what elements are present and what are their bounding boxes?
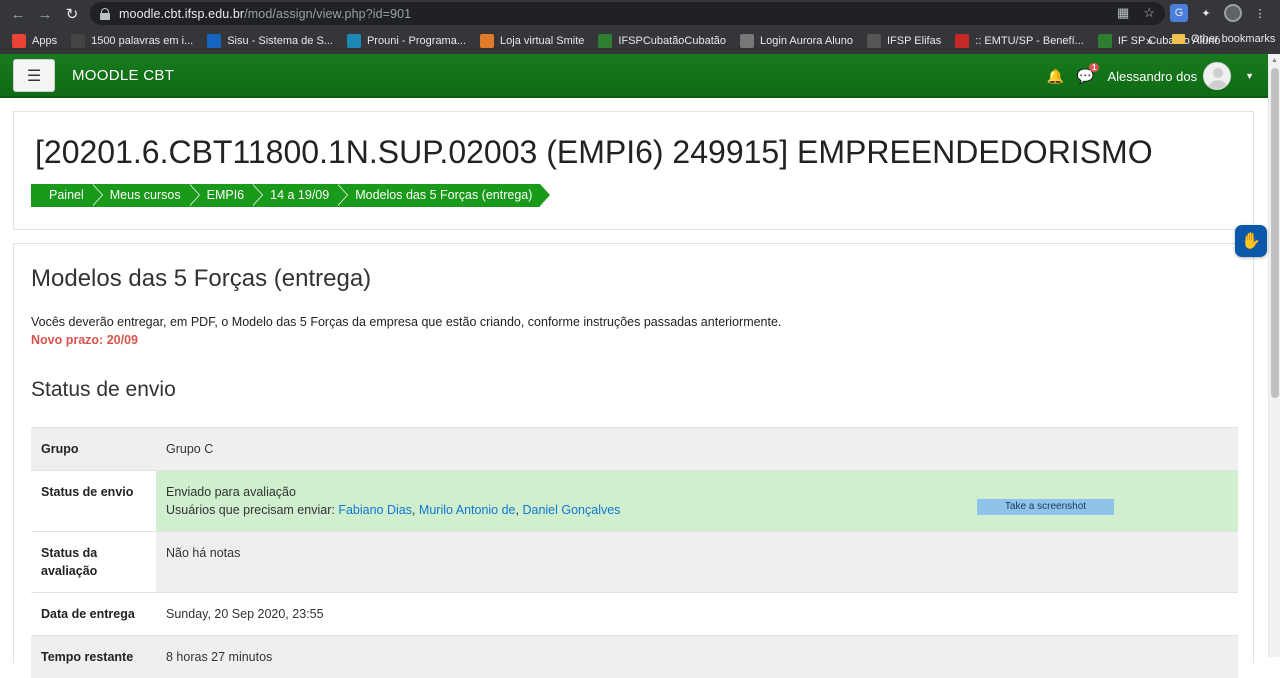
bookmark-favicon-icon bbox=[1097, 34, 1112, 48]
hamburger-menu-icon[interactable]: ☰ bbox=[13, 59, 55, 92]
bookmark-item[interactable]: Sisu - Sistema de S... bbox=[207, 34, 333, 48]
pending-user-link[interactable]: Daniel Gonçalves bbox=[522, 503, 620, 517]
submission-status-table: Grupo Grupo C Status de envio Enviado pa… bbox=[31, 427, 1238, 678]
page-header: [20201.6.CBT11800.1N.SUP.02003 (EMPI6) 2… bbox=[13, 111, 1254, 230]
breadcrumb-item-assignment[interactable]: Modelos das 5 Forças (entrega) bbox=[337, 184, 551, 207]
address-bar[interactable]: moodle.cbt.ifsp.edu.br/mod/assign/view.p… bbox=[90, 2, 1165, 25]
bookmark-item[interactable]: Loja virtual Smite bbox=[480, 34, 584, 48]
pending-user-link[interactable]: Murilo Antonio de bbox=[419, 503, 516, 517]
extensions-puzzle-icon[interactable]: ✦ bbox=[1197, 4, 1215, 22]
bookmark-item[interactable]: Login Aurora Aluno bbox=[740, 34, 853, 48]
lock-icon bbox=[100, 7, 110, 20]
breadcrumb: Painel Meus cursos EMPI6 14 a 19/09 Mode… bbox=[31, 184, 551, 207]
row-value: Sunday, 20 Sep 2020, 23:55 bbox=[156, 593, 1238, 635]
bookmark-item[interactable]: IFSP Elifas bbox=[867, 34, 941, 48]
table-row-due-date: Data de entrega Sunday, 20 Sep 2020, 23:… bbox=[31, 592, 1238, 635]
breadcrumb-item-section[interactable]: 14 a 19/09 bbox=[252, 184, 349, 207]
bookmark-item[interactable]: IFSPCubatãoCubatão bbox=[598, 34, 726, 48]
bookmark-favicon-icon bbox=[740, 34, 755, 48]
accessibility-widget-icon[interactable]: ✋ bbox=[1235, 225, 1267, 257]
bookmark-label: Loja virtual Smite bbox=[500, 35, 585, 47]
row-label: Grupo bbox=[31, 428, 156, 470]
row-label: Data de entrega bbox=[31, 593, 156, 635]
bookmark-star-icon[interactable]: ☆ bbox=[1143, 5, 1155, 21]
row-label: Tempo restante bbox=[31, 636, 156, 678]
assignment-content: Modelos das 5 Forças (entrega) Vocês dev… bbox=[13, 243, 1254, 678]
pending-user-link[interactable]: Fabiano Dias bbox=[338, 503, 412, 517]
bookmark-label: :: EMTU/SP - Benefí... bbox=[975, 35, 1084, 47]
translate-icon[interactable]: ▦ bbox=[1117, 5, 1129, 21]
bookmark-favicon-icon bbox=[12, 34, 26, 48]
row-label: Status da avaliação bbox=[31, 532, 156, 592]
scroll-up-arrow-icon[interactable]: ▲ bbox=[1271, 57, 1278, 64]
other-bookmarks-label: Other bookmarks bbox=[1191, 33, 1276, 45]
assignment-title: Modelos das 5 Forças (entrega) bbox=[31, 265, 372, 292]
bookmark-item[interactable]: Apps bbox=[12, 34, 57, 48]
bookmark-favicon-icon bbox=[71, 34, 86, 48]
browser-toolbar: ← → ↻ moodle.cbt.ifsp.edu.br/mod/assign/… bbox=[0, 0, 1280, 28]
other-bookmarks-folder[interactable]: Other bookmarks bbox=[1172, 33, 1275, 45]
moodle-navbar: ☰ MOODLE CBT 🔔 💬 1 Alessandro dos ▼ bbox=[0, 54, 1268, 98]
bookmark-label: Sisu - Sistema de S... bbox=[227, 35, 333, 47]
bookmarks-bar: Apps 1500 palavras em i... Sisu - Sistema … bbox=[0, 28, 1280, 54]
bookmark-item[interactable]: 1500 palavras em i... bbox=[71, 34, 193, 48]
chrome-menu-icon[interactable]: ⋮ bbox=[1251, 4, 1269, 22]
row-value: 8 horas 27 minutos bbox=[156, 636, 1238, 678]
bookmark-item[interactable]: :: EMTU/SP - Benefí... bbox=[955, 34, 1084, 48]
back-icon[interactable]: ← bbox=[6, 2, 30, 26]
table-row-grading-status: Status da avaliação Não há notas bbox=[31, 531, 1238, 592]
bookmark-label: Prouni - Programa... bbox=[366, 35, 467, 47]
user-menu-caret-icon[interactable]: ▼ bbox=[1245, 71, 1254, 81]
table-row-group: Grupo Grupo C bbox=[31, 427, 1238, 470]
breadcrumb-item-meus-cursos[interactable]: Meus cursos bbox=[91, 184, 200, 207]
bookmark-label: IFSP Elifas bbox=[887, 35, 942, 47]
message-count-badge: 1 bbox=[1089, 63, 1100, 72]
table-row-submission-status: Status de envio Enviado para avaliação U… bbox=[31, 470, 1238, 531]
forward-icon[interactable]: → bbox=[33, 2, 57, 26]
profile-avatar-icon[interactable] bbox=[1224, 4, 1242, 22]
bookmark-label: 1500 palavras em i... bbox=[91, 35, 194, 47]
row-value: Não há notas bbox=[156, 532, 1238, 592]
bookmark-favicon-icon bbox=[207, 34, 222, 48]
user-avatar[interactable] bbox=[1203, 62, 1232, 90]
reload-icon[interactable]: ↻ bbox=[60, 2, 84, 26]
user-name[interactable]: Alessandro dos bbox=[1107, 69, 1197, 84]
bookmarks-overflow-chevron-icon[interactable]: » bbox=[1146, 34, 1153, 48]
bookmark-label: IFSPCubatãoCubatão bbox=[618, 35, 727, 47]
submission-status-heading: Status de envio bbox=[31, 378, 176, 401]
course-title: [20201.6.CBT11800.1N.SUP.02003 (EMPI6) 2… bbox=[35, 134, 1153, 170]
google-translate-extension-icon[interactable]: G bbox=[1170, 4, 1188, 22]
bookmark-favicon-icon bbox=[598, 34, 613, 48]
page-scrollbar[interactable]: ▲ bbox=[1268, 54, 1280, 657]
deadline-note: Novo prazo: 20/09 bbox=[31, 333, 138, 347]
pending-users-prefix: Usuários que precisam enviar: bbox=[166, 503, 335, 517]
bookmark-label: Apps bbox=[32, 35, 58, 47]
breadcrumb-item-painel[interactable]: Painel bbox=[31, 184, 103, 207]
bookmark-favicon-icon bbox=[867, 34, 881, 48]
notifications-bell-icon[interactable]: 🔔 bbox=[1047, 68, 1064, 84]
bookmark-label: Login Aurora Aluno bbox=[760, 35, 853, 47]
messages-chat-icon[interactable]: 💬 1 bbox=[1077, 63, 1100, 84]
take-screenshot-button[interactable]: Take a screenshot bbox=[977, 499, 1114, 515]
row-label: Status de envio bbox=[31, 471, 156, 531]
scrollbar-thumb[interactable] bbox=[1271, 68, 1279, 398]
assignment-description: Vocês deverão entregar, em PDF, o Modelo… bbox=[31, 315, 782, 329]
bookmark-favicon-icon bbox=[480, 34, 495, 48]
bookmark-favicon-icon bbox=[955, 34, 970, 48]
folder-icon bbox=[1172, 34, 1185, 44]
bookmark-favicon-icon bbox=[346, 34, 361, 48]
row-value: Enviado para avaliação Usuários que prec… bbox=[156, 471, 1238, 531]
url-text: moodle.cbt.ifsp.edu.br/mod/assign/view.p… bbox=[119, 6, 412, 21]
site-brand[interactable]: MOODLE CBT bbox=[72, 67, 174, 84]
bookmark-item[interactable]: Prouni - Programa... bbox=[346, 34, 467, 48]
row-value: Grupo C bbox=[156, 428, 1238, 470]
